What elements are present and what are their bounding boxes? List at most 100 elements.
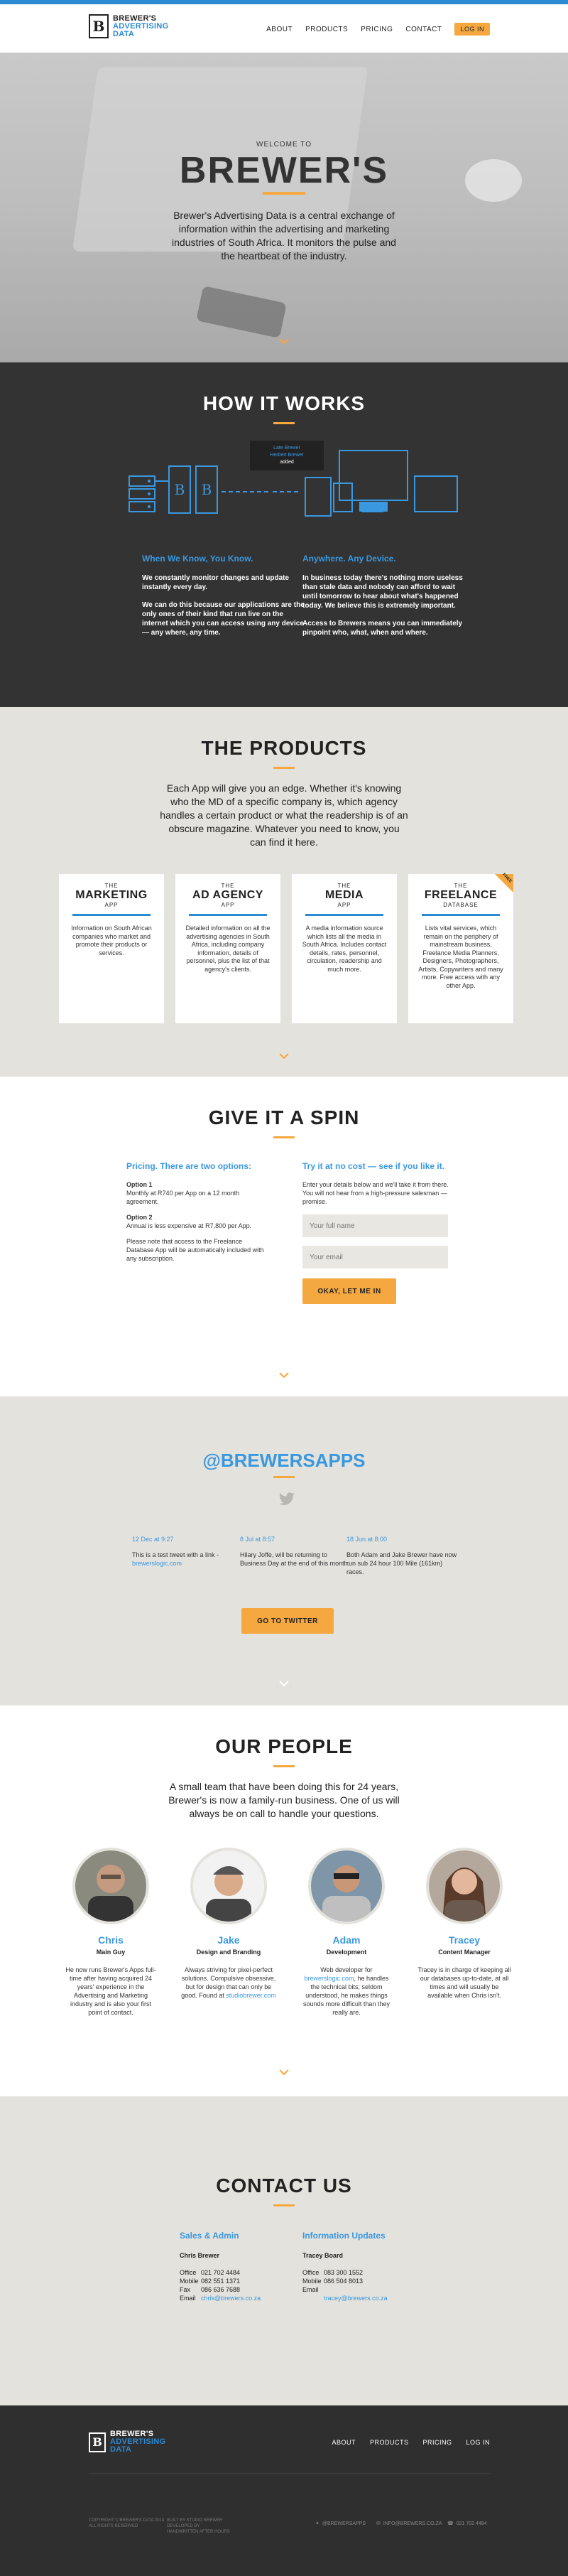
- nav-contact[interactable]: CONTACT: [405, 26, 442, 33]
- people-title: OUR PEOPLE: [215, 1735, 353, 1757]
- contact-row: Mobile 082 551 1371: [180, 2277, 307, 2285]
- card-rule: [305, 914, 383, 916]
- nav-products[interactable]: PRODUCTS: [305, 26, 348, 33]
- nav-about[interactable]: ABOUT: [266, 26, 293, 33]
- hero-description: Brewer's Advertising Data is a central e…: [172, 210, 396, 262]
- how-title-underline: [273, 422, 295, 424]
- how-left-heading: When We Know, You Know.: [142, 554, 253, 564]
- product-card-ad-agency[interactable]: THE AD AGENCY APP Detailed information o…: [175, 874, 280, 1023]
- person-name: Jake: [217, 1934, 240, 1946]
- footer-credits: BUILT BY STUDIO BREWER DEVELOPED BY HAND…: [167, 2518, 230, 2535]
- contact-key: Mobile: [302, 2278, 322, 2285]
- card-description: A media information source which lists a…: [302, 925, 387, 973]
- person-name: Adam: [332, 1934, 361, 1946]
- twitter-handle[interactable]: @BREWERSAPPS: [0, 1450, 568, 1472]
- tweet-1: 12 Dec at 9:27 This is a test tweet with…: [132, 1535, 246, 1568]
- email-input[interactable]: [302, 1246, 448, 1268]
- contact-row: Mobile 086 504 8013: [302, 2277, 430, 2285]
- person-bio: Web developer for brewerslogic.com, he h…: [293, 1966, 400, 2017]
- person-bio-link[interactable]: studiobrewer.com: [226, 1992, 276, 1999]
- tweet-date[interactable]: 8 Jul at 8:57: [240, 1535, 354, 1543]
- how-right-p2: Access to Brewers means you can immediat…: [302, 620, 463, 637]
- footer-nav-about[interactable]: ABOUT: [332, 2439, 356, 2446]
- person-bio-link[interactable]: brewerslogic.com: [304, 1975, 354, 1982]
- footer-nav-products[interactable]: PRODUCTS: [370, 2439, 409, 2446]
- card-sub: DATABASE: [443, 902, 479, 908]
- option-1-title: Option 1: [126, 1181, 153, 1188]
- product-card-freelance[interactable]: FREE THE FREELANCE DATABASE Lists vital …: [408, 873, 513, 1023]
- chevron-down-icon[interactable]: [279, 1053, 289, 1059]
- info-name: Tracey Board: [302, 2252, 344, 2259]
- card-description: Detailed information on all the advertis…: [185, 925, 271, 973]
- tweet-text: This is a test tweet with a link -: [132, 1551, 219, 1558]
- products-title: THE PRODUCTS: [201, 737, 367, 759]
- tweet-date[interactable]: 18 Jun at 8:00: [346, 1535, 460, 1543]
- chevron-down-icon[interactable]: [279, 2069, 289, 2075]
- hero-section: WELCOME TO BREWER'S Brewer's Advertising…: [0, 53, 568, 362]
- chevron-down-icon[interactable]: [279, 338, 289, 344]
- full-name-input[interactable]: [302, 1214, 448, 1237]
- footer-logo[interactable]: B BREWER'S ADVERTISING DATA: [89, 2430, 165, 2454]
- person-role: Development: [326, 1949, 367, 1956]
- product-card-media[interactable]: THE MEDIA APP A media information source…: [292, 874, 397, 1023]
- footer-nav-login[interactable]: LOG IN: [466, 2439, 490, 2446]
- credits-line-2[interactable]: DEVELOPED BY: [167, 2523, 230, 2529]
- credits-line-1[interactable]: BUILT BY STUDIO BREWER: [167, 2518, 230, 2523]
- products-title-underline: [273, 767, 295, 769]
- contact-row: Email chris@brewers.co.za: [180, 2294, 307, 2302]
- logo[interactable]: B BREWER'S ADVERTISING DATA: [89, 14, 168, 38]
- contact-row: Office 021 702 4484: [180, 2268, 307, 2277]
- tweet-link[interactable]: brewerslogic.com: [132, 1560, 182, 1567]
- footer-copyright: COPYRIGHT © BREWER'S DATA 2014 ALL RIGHT…: [89, 2518, 164, 2529]
- product-card-marketing[interactable]: THE MARKETING APP Information on South A…: [59, 874, 164, 1023]
- contact-value: 082 551 1371: [201, 2278, 241, 2285]
- credits-line-3: HANDWRITTEN AFTER HOURS: [167, 2530, 230, 2534]
- footer-nav-pricing[interactable]: PRICING: [422, 2439, 452, 2446]
- contact-row: Office 083 300 1552: [302, 2268, 430, 2277]
- mail-icon: ✉: [376, 2521, 381, 2526]
- card-description: Lists vital services, which remain on th…: [418, 925, 503, 989]
- footer-phone[interactable]: ☎ 021 702 4484: [447, 2521, 487, 2527]
- footer-twitter[interactable]: ✦ @BREWERSAPPS: [315, 2521, 366, 2527]
- give-it-a-spin-section: GIVE IT A SPIN Pricing. There are two op…: [0, 1077, 568, 1396]
- how-right-p1: In business today there's nothing more u…: [302, 574, 463, 610]
- email-link[interactable]: tracey@brewers.co.za: [324, 2294, 388, 2302]
- hero-underline: [263, 192, 305, 195]
- tweet-text: Both Adam and Jake Brewer have now run s…: [346, 1551, 457, 1575]
- twitter-title-underline: [273, 1476, 295, 1478]
- person-bio-text: Web developer for: [320, 1966, 373, 1973]
- svg-text:B: B: [175, 481, 185, 498]
- login-button[interactable]: LOG IN: [454, 23, 490, 36]
- contact-row: Email: [302, 2285, 430, 2294]
- hero-phone-image: [196, 286, 287, 338]
- logo-mark: B: [89, 2432, 106, 2452]
- go-to-twitter-button[interactable]: GO TO TWITTER: [241, 1608, 334, 1634]
- tooltip-line-2: Herbert Brewer: [270, 453, 304, 458]
- spin-title-underline: [273, 1136, 295, 1138]
- chevron-down-icon[interactable]: [279, 1681, 289, 1686]
- tweet-2: 8 Jul at 8:57 Hilary Joffe, will be retu…: [240, 1535, 354, 1568]
- card-name: MEDIA: [324, 889, 364, 901]
- site-footer: B BREWER'S ADVERTISING DATA ABOUT PRODUC…: [0, 2405, 568, 2576]
- products-intro: Each App will give you an edge. Whether …: [160, 782, 408, 848]
- tweet-date[interactable]: 12 Dec at 9:27: [132, 1535, 246, 1543]
- avatar: [72, 1848, 149, 1924]
- nav-pricing[interactable]: PRICING: [361, 26, 393, 33]
- pricing-column: Pricing. There are two options: Option 1…: [126, 1162, 268, 1270]
- let-me-in-button[interactable]: OKAY, LET ME IN: [302, 1278, 396, 1304]
- pricing-heading: Pricing. There are two options:: [126, 1161, 252, 1171]
- email-link[interactable]: chris@brewers.co.za: [201, 2294, 261, 2302]
- contact-value: 086 504 8013: [324, 2278, 364, 2285]
- contact-value: 086 636 7688: [201, 2286, 241, 2293]
- sales-name: Chris Brewer: [180, 2252, 220, 2259]
- footer-email[interactable]: ✉ INFO@BREWERS.CO.ZA: [376, 2521, 442, 2527]
- person-name: Tracey: [448, 1934, 481, 1946]
- contact-key: Office: [180, 2269, 197, 2276]
- how-col-right: Anywhere. Any Device. In business today …: [302, 554, 466, 646]
- option-2-title: Option 2: [126, 1214, 153, 1221]
- person-adam: Adam Development Web developer for brewe…: [293, 1848, 400, 2017]
- chevron-down-icon[interactable]: [279, 1372, 289, 1378]
- how-left-p2: We can do this because our applications …: [142, 601, 305, 637]
- chevron-down-icon[interactable]: [279, 700, 289, 706]
- card-sub: APP: [221, 902, 235, 908]
